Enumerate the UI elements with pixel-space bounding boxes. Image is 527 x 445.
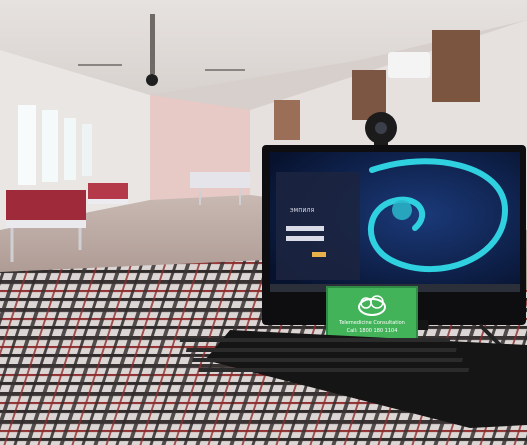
login-username-field (286, 226, 324, 231)
login-password-field (286, 236, 324, 241)
login-button (312, 252, 326, 257)
photo-scene: ЭМПИЛЯ Telemedicine Consultation Call: 1… (0, 0, 527, 445)
scene-illustration (0, 0, 527, 445)
bed-frame (88, 199, 128, 204)
sign-line-2: Call: 1800 180 1104 (346, 328, 398, 334)
cctv-camera-icon (146, 74, 158, 86)
air-conditioner (388, 52, 430, 78)
window (82, 124, 92, 176)
bed (88, 183, 128, 199)
window (18, 105, 36, 185)
window (64, 118, 76, 180)
sign-line-1: Telemedicine Consultation (339, 320, 405, 326)
login-title: ЭМПИЛЯ (290, 208, 315, 214)
bed (190, 172, 250, 188)
window (42, 110, 58, 182)
bed (6, 190, 86, 220)
window-shutter (274, 100, 300, 140)
bed-frame (6, 220, 86, 228)
window-shutter (432, 30, 480, 102)
pole (150, 14, 155, 74)
